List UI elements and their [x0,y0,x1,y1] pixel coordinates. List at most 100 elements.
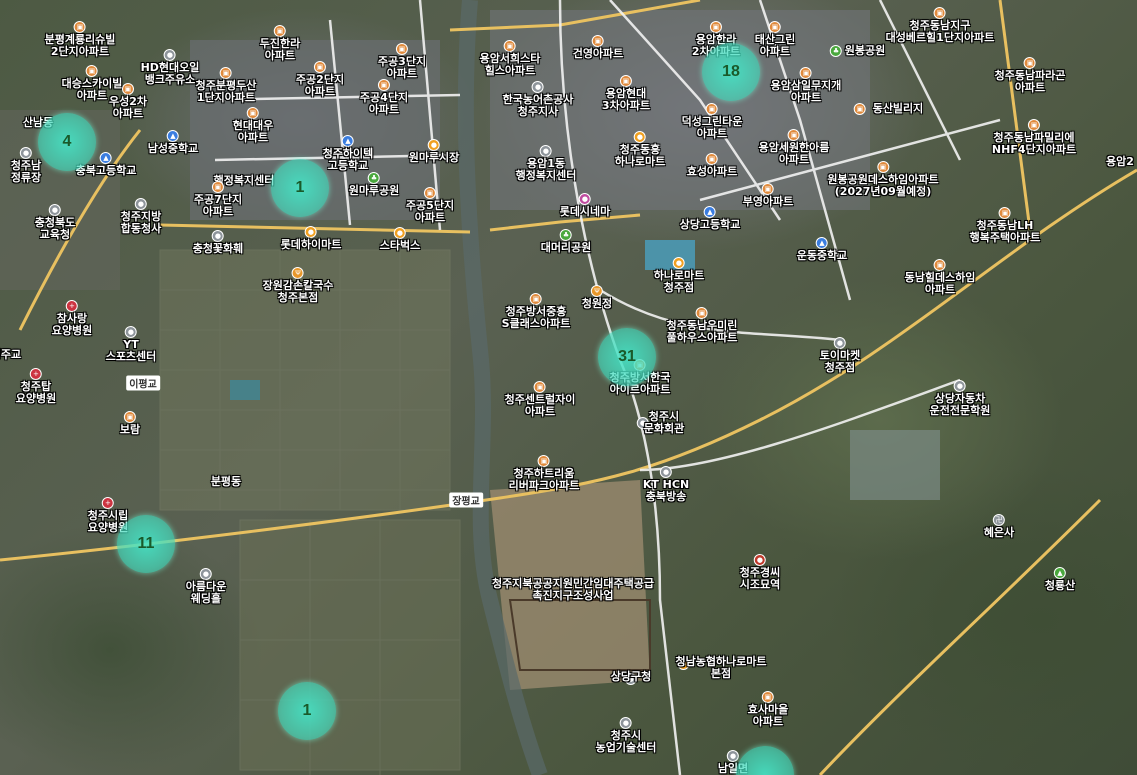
poi-hyosa-village[interactable]: ▣ 효사마을 아파트 [748,691,788,728]
apartment-icon: ▣ [619,75,632,87]
apartment-icon: ▣ [246,107,259,119]
apartment-icon: ▣ [85,65,98,77]
area-label-cheongju-edge: 청주교 [0,348,22,361]
apartment-icon: ▣ [530,293,542,305]
poi-hyosung[interactable]: ▣ 효성아파트 [687,153,737,178]
poi-jangwon-kalguksu[interactable]: Ψ 장원감손칼국수 청주본점 [263,267,333,304]
poi-agri-tech-center[interactable]: ● 청주시 농업기술센터 [596,717,656,754]
cluster-marker[interactable]: 18 [702,43,760,101]
poi-toy-market[interactable]: ● 토이마켓 청주점 [820,337,860,374]
poi-sangdang-high[interactable]: ▲ 상당고등학교 [680,206,740,231]
apartment-icon: ▣ [768,21,781,33]
poi-cheongju-gov-complex[interactable]: ● 청주지방 합동청사 [121,198,161,235]
restaurant-icon: Ψ [591,285,603,297]
cluster-marker[interactable]: 4 [38,113,96,171]
poi-yongam-sewon[interactable]: ▣ 용암세원한아름 아파트 [759,129,829,166]
poi-yongam-hyundai-3[interactable]: ▣ 용암현대 3차아파트 [602,75,650,112]
poi-dongnam-paragon[interactable]: ▣ 청주동남파라곤 아파트 [995,57,1065,94]
poi-dongnam-daesung[interactable]: ▣ 청주동남지구 대성베르힐1단지아파트 [886,7,994,44]
poi-kt-hcn[interactable]: ● KT HCN 충북방송 [643,466,689,503]
apartment-icon: ▣ [121,83,134,95]
poi-yongam-seohee[interactable]: ▣ 용암서희스타 힐스아파트 [480,40,540,77]
poi-cheongwonjeong[interactable]: Ψ 청원정 [582,285,612,310]
poi-wonbong-deshaim[interactable]: ▣ 원봉공원데스하임아파트 (2027년09월예정) [827,161,939,198]
apartment-icon: ▣ [273,25,286,37]
landmark-icon: ● [753,554,766,566]
poi-jugong-2[interactable]: ▣ 주공2단지 아파트 [296,61,344,98]
poi-lotte-himart[interactable]: ● 롯데하이마트 [281,226,341,251]
poi-dongnam-hill-deshaim[interactable]: ▣ 동남힐데스하임 아파트 [905,259,975,296]
poi-hyundai-daewoo[interactable]: ▣ 현대대우 아파트 [233,107,273,144]
apartment-icon: ▣ [934,259,946,271]
apartment-icon: ▣ [423,187,436,199]
poi-jugong-4[interactable]: ▣ 주공4단지 아파트 [360,79,408,116]
poi-dongheung-hanaro[interactable]: ● 청주동흥 하나로마트 [615,131,665,168]
poi-namseong-middle[interactable]: ▲ 남성중학교 [148,130,198,155]
cluster-marker[interactable]: 11 [117,515,175,573]
poi-cheongju-arts-center[interactable]: ● 청주시 문화회관 [602,411,684,435]
poi-hanaro-mart-cheongju[interactable]: ● 하나로마트 청주점 [654,257,704,294]
poi-heartrium-riverpark[interactable]: ▣ 청주하트리움 리버파크아파트 [509,455,579,492]
poi-daemeori-park[interactable]: ♣ 대머리공원 [541,229,591,254]
poi-bunpyeong-gyeryong[interactable]: ▣ 분평계룡리슈빌 2단지아파트 [45,21,115,58]
poi-booyoung[interactable]: ▣ 부영아파트 [743,183,793,208]
poi-boram[interactable]: ▣ 보람 [120,411,140,436]
poi-hd-oilbank[interactable]: ● HD현대오일 뱅크주유소 [141,49,199,86]
poi-wonmaru-market[interactable]: ● 원마루시장 [409,139,459,164]
poi-bunpyeong-doosan[interactable]: ▣ 청주분평두산 1단지아파트 [196,67,256,104]
apartment-icon: ▣ [124,411,136,423]
poi-yongam1-community[interactable]: ● 용암1동 행정복지센터 [516,145,576,182]
poi-hyeeunsa[interactable]: 卍 혜은사 [984,514,1014,539]
cluster-marker[interactable]: 1 [271,159,329,217]
poi-chungcheong-flower[interactable]: ● 충청꽃화훼 [193,230,243,255]
poi-chamsarang-hospital[interactable]: + 참사랑 요양병원 [52,300,92,337]
poi-jugong-5[interactable]: ▣ 주공5단지 아파트 [406,187,454,224]
apartment-icon: ▣ [503,40,516,52]
poi-lotte-cinema[interactable]: ● 롯데시네마 [560,193,610,218]
apartment-icon: ▣ [853,103,866,115]
poi-undong-middle[interactable]: ▲ 운동중학교 [797,237,847,262]
satellite-map[interactable]: 분평동 행정복지센터 산남동 청주교 장평교 이평교 ▣분평계룡리슈빌 2단지아… [0,0,1137,775]
poi-sangdang-gu-office[interactable]: ● 상당구청 [611,671,651,685]
store-icon: ● [833,337,846,349]
poi-jugong-3[interactable]: ▣ 주공3단지 아파트 [378,43,426,80]
poi-dongnam-woomirin[interactable]: ▣ 청주동남우미린 풀하우스아파트 [667,307,737,344]
poi-cheongju-south-terminal[interactable]: ● 청주남 정류장 [11,147,41,184]
poi-chungbuk-education-office[interactable]: ● 충청북도 교육청 [35,204,75,241]
cluster-count: 18 [722,63,740,80]
apartment-icon: ▣ [999,207,1011,219]
poi-dongsan-village[interactable]: ▣ 동산빌리지 [797,103,923,115]
poi-dongnam-familie[interactable]: ▣ 청주동남파밀리에 NHF4단지아파트 [992,119,1076,156]
poi-central-xi[interactable]: ▣ 청주센트럴자이 아파트 [505,381,575,418]
sports-center-icon: ● [124,326,137,338]
poi-cheongryongsan[interactable]: ▲ 청룡산 [1045,567,1075,592]
poi-rural-community-corp[interactable]: ● 한국농어촌공사 청주지사 [503,81,573,118]
poi-bangseo-jungheung[interactable]: ▣ 청주방서중흥 S클래스아파트 [502,293,570,330]
apartment-icon: ▣ [709,21,722,33]
cluster-marker[interactable]: 31 [598,328,656,386]
poi-dujin-halla[interactable]: ▣ 두진한라 아파트 [260,25,300,62]
poi-jugong-7[interactable]: ▣ 주공7단지 아파트 [194,181,242,218]
school-icon: ▲ [815,237,828,249]
poi-dongnam-lh[interactable]: ▣ 청주동남LH 행복주택아파트 [970,207,1040,244]
apartment-icon: ▣ [395,43,408,55]
poi-yongam-samil[interactable]: ▣ 용암삼일무지개 아파트 [771,67,841,104]
apartment-icon: ▣ [800,67,812,79]
poi-deokseong-greentown[interactable]: ▣ 덕성그린타운 아파트 [682,103,742,140]
hospital-icon: + [29,368,42,380]
poi-geonyoung[interactable]: ▣ 건영아파트 [573,35,623,60]
poi-yongam2[interactable]: 용암2 [1106,155,1134,168]
cluster-marker[interactable]: 1 [278,682,336,740]
poi-gyeong-clan-tomb[interactable]: ● 청주경씨 시조묘역 [740,554,780,591]
poi-jibuk-development[interactable]: 청주지북공공지원민간임대주택공급 촉진지구조성사업 [492,577,654,602]
poi-cheongju-top-hospital[interactable]: + 청주탑 요양병원 [16,368,56,405]
poi-woosung-2cha[interactable]: ▣ 우성2차 아파트 [109,83,147,120]
poi-starbucks[interactable]: ● 스타벅스 [380,227,420,252]
poi-sangdang-driving-school[interactable]: ● 상당자동차 운전전문학원 [930,380,990,417]
apartment-icon: ▣ [1028,119,1040,131]
poi-areumdaun-wedding[interactable]: ● 아름다운 웨딩홀 [186,568,226,605]
poi-yt-sports[interactable]: ● YT 스포츠센터 [106,326,156,363]
poi-wonbong-park[interactable]: ♣ 원봉공원 [787,45,885,57]
poi-wonmaru-park[interactable]: ♣ 원마루공원 [349,172,399,197]
poi-hitech-high[interactable]: ▲ 청주하이텍 고등학교 [323,135,373,172]
